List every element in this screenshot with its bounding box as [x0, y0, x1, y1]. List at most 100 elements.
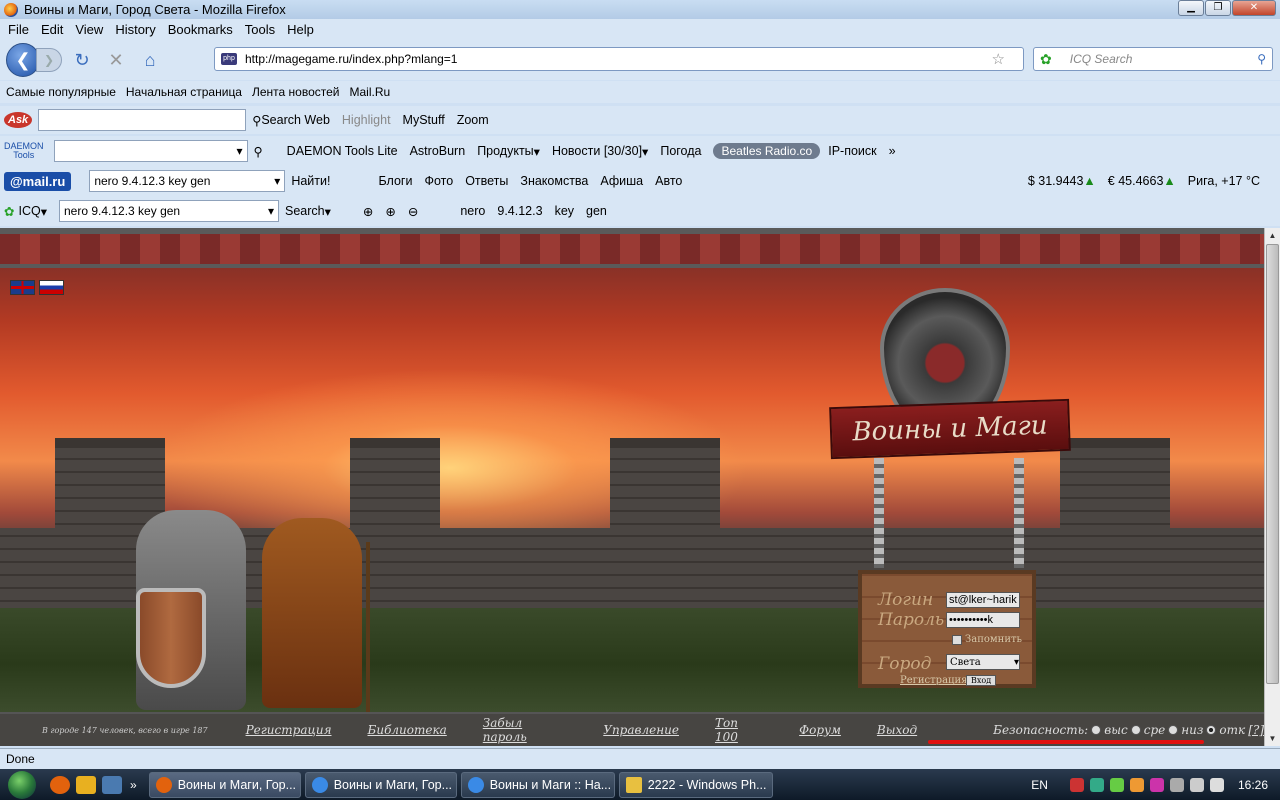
scroll-down-arrow[interactable]: ▼ — [1265, 731, 1280, 746]
forward-button[interactable]: ❯ — [36, 48, 62, 72]
network-tray-icon[interactable] — [1089, 777, 1104, 792]
remember-box[interactable] — [952, 634, 962, 645]
menu-tools[interactable]: Tools — [239, 22, 281, 37]
vertical-scrollbar[interactable]: ▲ ▼ — [1264, 228, 1280, 746]
icq-search-input[interactable]: nero 9.4.12.3 key gen ▾ — [59, 200, 279, 222]
footer-forgot-password-link[interactable]: Забыл пароль — [483, 716, 567, 744]
menu-file[interactable]: File — [2, 22, 35, 37]
find-button[interactable]: Найти! — [291, 174, 330, 188]
mailru-search-input[interactable]: nero 9.4.12.3 key gen ▾ — [89, 170, 286, 192]
word-version[interactable]: 9.4.12.3 — [497, 204, 542, 218]
power-tray-icon[interactable] — [1169, 777, 1184, 792]
register-link[interactable]: Регистрация — [900, 675, 967, 686]
footer-library-link[interactable]: Библиотека — [368, 723, 447, 737]
daemon-lite-button[interactable]: DAEMON Tools Lite — [287, 144, 398, 158]
search-web-button[interactable]: ⚲ Search Web — [252, 113, 330, 128]
media-quicklaunch-icon[interactable] — [76, 775, 96, 794]
url-text[interactable]: http://magegame.ru/index.php?mlang=1 — [245, 52, 992, 66]
clock[interactable]: 16:26 — [1238, 778, 1268, 792]
menu-help[interactable]: Help — [281, 22, 320, 37]
back-button[interactable]: ❮ — [6, 43, 40, 77]
highlight-button[interactable]: Highlight — [342, 113, 391, 127]
auto-button[interactable]: Авто — [655, 174, 682, 188]
search-box[interactable]: ✿ ICQ Search ⚲ — [1033, 47, 1273, 71]
security-high-radio[interactable] — [1091, 725, 1102, 735]
search-placeholder[interactable]: ICQ Search — [1070, 52, 1257, 66]
icq-tray-icon[interactable] — [1109, 777, 1124, 792]
menu-edit[interactable]: Edit — [35, 22, 69, 37]
firefox-quicklaunch-icon[interactable] — [50, 775, 70, 794]
blogs-button[interactable]: Блоги — [378, 174, 412, 188]
security-help-link[interactable]: [?] — [1248, 723, 1264, 737]
ip-search-button[interactable]: IP-поиск — [828, 144, 876, 158]
zoom-icon[interactable]: ⊕ — [385, 204, 395, 219]
icq-search-button[interactable]: Search ▾ — [285, 204, 331, 219]
russian-flag-icon[interactable] — [39, 280, 64, 295]
footer-top100-link[interactable]: Топ 100 — [715, 716, 763, 744]
zoom-out-icon[interactable]: ⊖ — [408, 204, 418, 219]
security-off-radio[interactable] — [1206, 725, 1217, 735]
city-select[interactable]: Света ▾ — [946, 654, 1020, 670]
minimize-button[interactable]: ▁ — [1178, 0, 1204, 16]
products-menu[interactable]: Продукты ▾ — [477, 144, 540, 159]
footer-forum-link[interactable]: Форум — [799, 723, 841, 737]
astroburn-button[interactable]: AstroBurn — [410, 144, 466, 158]
answers-button[interactable]: Ответы — [465, 174, 508, 188]
menu-history[interactable]: History — [109, 22, 161, 37]
menu-bookmarks[interactable]: Bookmarks — [162, 22, 239, 37]
ask-search-input[interactable] — [38, 109, 247, 131]
poster-button[interactable]: Афиша — [600, 174, 643, 188]
home-icon[interactable]: ⌂ — [136, 46, 164, 74]
reload-icon[interactable]: ↻ — [68, 46, 96, 74]
menu-view[interactable]: View — [69, 22, 109, 37]
volume-tray-icon[interactable] — [1209, 777, 1224, 792]
mailru-logo[interactable]: @mail.ru — [4, 171, 72, 191]
stop-icon[interactable]: ✕ — [102, 46, 130, 74]
mystuff-button[interactable]: MyStuff — [403, 113, 445, 127]
bookmark-popular[interactable]: Самые популярные — [6, 85, 116, 99]
zoom-button[interactable]: Zoom — [457, 113, 489, 127]
desktop-quicklaunch-icon[interactable] — [102, 775, 122, 794]
start-button[interactable] — [0, 770, 44, 800]
taskbar-item-ie-1[interactable]: Воины и Маги, Гор... — [304, 771, 457, 798]
security-low-radio[interactable] — [1168, 725, 1179, 735]
english-flag-icon[interactable] — [10, 280, 35, 295]
taskbar-item-firefox[interactable]: Воины и Маги, Гор... — [148, 771, 301, 798]
footer-register-link[interactable]: Регистрация — [246, 723, 332, 737]
app-tray-icon[interactable] — [1149, 777, 1164, 792]
antivirus-tray-icon[interactable] — [1069, 777, 1084, 792]
icq-clover-icon[interactable]: ✿ — [1040, 51, 1052, 68]
footer-control-link[interactable]: Управление — [603, 723, 679, 737]
bookmark-start-page[interactable]: Начальная страница — [126, 85, 242, 99]
icq-logo[interactable]: ✿ ICQ ▾ — [4, 204, 47, 219]
daemon-search-icon[interactable]: ⚲ — [254, 144, 263, 159]
taskbar-item-photo-viewer[interactable]: 2222 - Windows Ph... — [618, 771, 773, 798]
word-key[interactable]: key — [555, 204, 574, 218]
login-input[interactable] — [946, 592, 1020, 608]
language-indicator[interactable]: EN — [1031, 778, 1048, 792]
password-input[interactable] — [946, 612, 1020, 628]
maximize-button[interactable]: ❐ — [1205, 0, 1231, 16]
search-icon[interactable]: ⚲ — [1257, 52, 1266, 66]
wifi-tray-icon[interactable] — [1189, 777, 1204, 792]
word-gen[interactable]: gen — [586, 204, 607, 218]
dating-button[interactable]: Знакомства — [520, 174, 588, 188]
radio-station[interactable]: Beatles Radio.co — [713, 143, 821, 159]
taskbar-item-ie-2[interactable]: Воины и Маги :: На... — [460, 771, 615, 798]
remember-checkbox[interactable]: Запомнить — [952, 634, 1022, 645]
photo-button[interactable]: Фото — [424, 174, 453, 188]
ask-logo[interactable]: Ask — [4, 112, 33, 128]
daemon-search-select[interactable]: ▾ — [53, 140, 248, 162]
bookmark-star-icon[interactable]: ☆ — [992, 50, 1005, 68]
bookmark-news-feed[interactable]: Лента новостей — [252, 85, 340, 99]
more-chevron-icon[interactable]: » — [889, 144, 896, 158]
weather-button[interactable]: Погода — [660, 144, 701, 158]
bookmark-mailru[interactable]: Mail.Ru — [349, 85, 390, 99]
security-medium-radio[interactable] — [1130, 725, 1141, 735]
scroll-thumb[interactable] — [1266, 244, 1279, 684]
url-bar[interactable]: php http://magegame.ru/index.php?mlang=1… — [214, 47, 1024, 71]
scroll-up-arrow[interactable]: ▲ — [1265, 228, 1280, 243]
zoom-in-icon[interactable]: ⊕ — [363, 204, 373, 219]
enter-button[interactable]: Вход — [966, 675, 997, 686]
messenger-tray-icon[interactable] — [1129, 777, 1144, 792]
